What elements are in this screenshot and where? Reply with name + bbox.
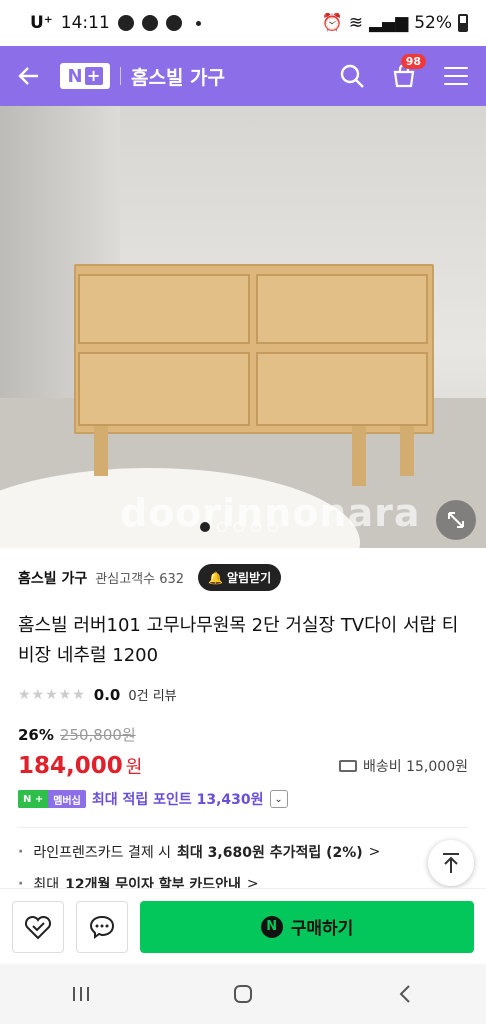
logo-plus: + xyxy=(84,67,103,85)
back-button[interactable] xyxy=(14,61,44,91)
carousel-dot[interactable] xyxy=(217,522,227,532)
rating-row[interactable]: ★★★★★ 0.0 0건 리뷰 xyxy=(0,671,486,705)
time-label: 14:11 xyxy=(60,13,110,33)
membership-label: 멤버십 xyxy=(53,795,81,807)
cart-count-badge: 98 xyxy=(400,54,426,69)
search-icon xyxy=(340,64,364,88)
membership-points[interactable]: N + 멤버십 최대 적립 포인트 13,430원 ⌄ xyxy=(0,779,486,809)
talk-talk-button[interactable] xyxy=(76,900,128,953)
back-arrow-icon xyxy=(18,67,38,85)
app-bar: N + 홈스빌 가구 98 xyxy=(0,46,486,106)
talk-icon xyxy=(117,15,134,31)
star-rating-icon: ★★★★★ xyxy=(18,686,86,703)
title-divider xyxy=(120,67,121,85)
discount-rate: 26% xyxy=(18,725,54,744)
home-icon xyxy=(234,985,252,1003)
recent-apps-button[interactable] xyxy=(61,974,101,1014)
system-nav-bar xyxy=(0,964,486,1024)
more-dot-icon xyxy=(195,20,201,26)
sale-price: 184,000 xyxy=(18,753,123,779)
status-bar: U⁺ 14:11 ⏰ ≋ ▂▄▆ 52% xyxy=(0,0,486,46)
naver-pay-icon: N xyxy=(260,915,283,938)
signal-icon: ▂▄▆ xyxy=(368,13,409,33)
chat-bubble-icon xyxy=(89,915,115,939)
battery-icon xyxy=(458,14,468,32)
seller-info: 홈스빌 가구 관심고객수 632 🔔 알림받기 xyxy=(0,548,486,601)
product-image xyxy=(74,264,434,434)
expand-icon xyxy=(448,512,464,528)
bell-plus-icon: 🔔 xyxy=(208,570,223,585)
hamburger-icon xyxy=(444,67,468,85)
shipping-fee: 배송비 15,000원 xyxy=(363,759,468,775)
home-button[interactable] xyxy=(223,974,263,1014)
chevron-right-icon: > xyxy=(368,844,381,860)
carousel-dot[interactable] xyxy=(268,522,278,532)
seller-fans: 관심고객수 632 xyxy=(95,572,185,587)
menu-button[interactable] xyxy=(440,60,472,92)
back-chevron-icon xyxy=(399,985,410,1003)
carousel-indicator xyxy=(200,522,278,532)
chevron-down-icon[interactable]: ⌄ xyxy=(269,790,288,808)
price-block: 26% 250,800원 184,000 원 배송비 15,000원 xyxy=(0,704,486,780)
logo-n: N xyxy=(67,65,83,87)
naver-plus-badge: N + xyxy=(18,790,49,808)
wifi-icon: ≋ xyxy=(348,13,363,33)
currency-label: 원 xyxy=(125,757,143,778)
recent-apps-icon xyxy=(73,987,89,1001)
rating-value: 0.0 xyxy=(93,685,121,704)
wishlist-button[interactable] xyxy=(12,900,64,953)
expand-image-button[interactable] xyxy=(436,500,476,540)
battery-percent: 52% xyxy=(414,13,452,33)
alarm-subscribe-button[interactable]: 🔔 알림받기 xyxy=(198,564,282,591)
max-points: 최대 적립 포인트 13,430원 xyxy=(91,792,264,808)
carousel-dot[interactable] xyxy=(234,522,244,532)
benefits-list: 라인프렌즈카드 결제 시 최대 3,680원 추가적립 (2%) > 최대 12… xyxy=(0,828,486,894)
seller-name[interactable]: 홈스빌 가구 xyxy=(18,568,87,588)
card-benefit-item[interactable]: 라인프렌즈카드 결제 시 최대 3,680원 추가적립 (2%) > xyxy=(18,842,468,862)
review-count[interactable]: 0건 리뷰 xyxy=(128,685,176,704)
purchase-bar: N 구매하기 xyxy=(0,888,486,964)
naver-plus-logo[interactable]: N + xyxy=(60,63,110,89)
alarm-icon: ⏰ xyxy=(321,13,343,33)
membership-badge: N + 멤버십 xyxy=(18,790,86,808)
buy-label: 구매하기 xyxy=(290,919,354,939)
carrier-label: U⁺ xyxy=(30,13,53,33)
original-price: 250,800원 xyxy=(59,726,136,744)
moon-icon xyxy=(165,15,182,31)
notification-icon xyxy=(141,15,158,31)
buy-button[interactable]: N 구매하기 xyxy=(140,900,474,953)
back-nav-button[interactable] xyxy=(385,974,425,1014)
carousel-dot[interactable] xyxy=(251,522,261,532)
arrow-up-icon xyxy=(443,853,459,873)
truck-icon xyxy=(339,760,358,772)
search-button[interactable] xyxy=(336,60,368,92)
product-image-carousel[interactable]: doorinnonara xyxy=(0,106,486,548)
scroll-top-button[interactable] xyxy=(428,840,474,886)
heart-check-icon xyxy=(24,915,52,939)
cart-button[interactable]: 98 xyxy=(388,54,426,92)
carousel-dot[interactable] xyxy=(200,522,210,532)
product-title: 홈스빌 러버101 고무나무원목 2단 거실장 TV다이 서랍 티비장 네추럴 … xyxy=(18,615,459,666)
alarm-label: 알림받기 xyxy=(226,571,272,585)
store-title[interactable]: 홈스빌 가구 xyxy=(131,63,225,90)
shipping-info: 배송비 15,000원 xyxy=(339,756,468,776)
